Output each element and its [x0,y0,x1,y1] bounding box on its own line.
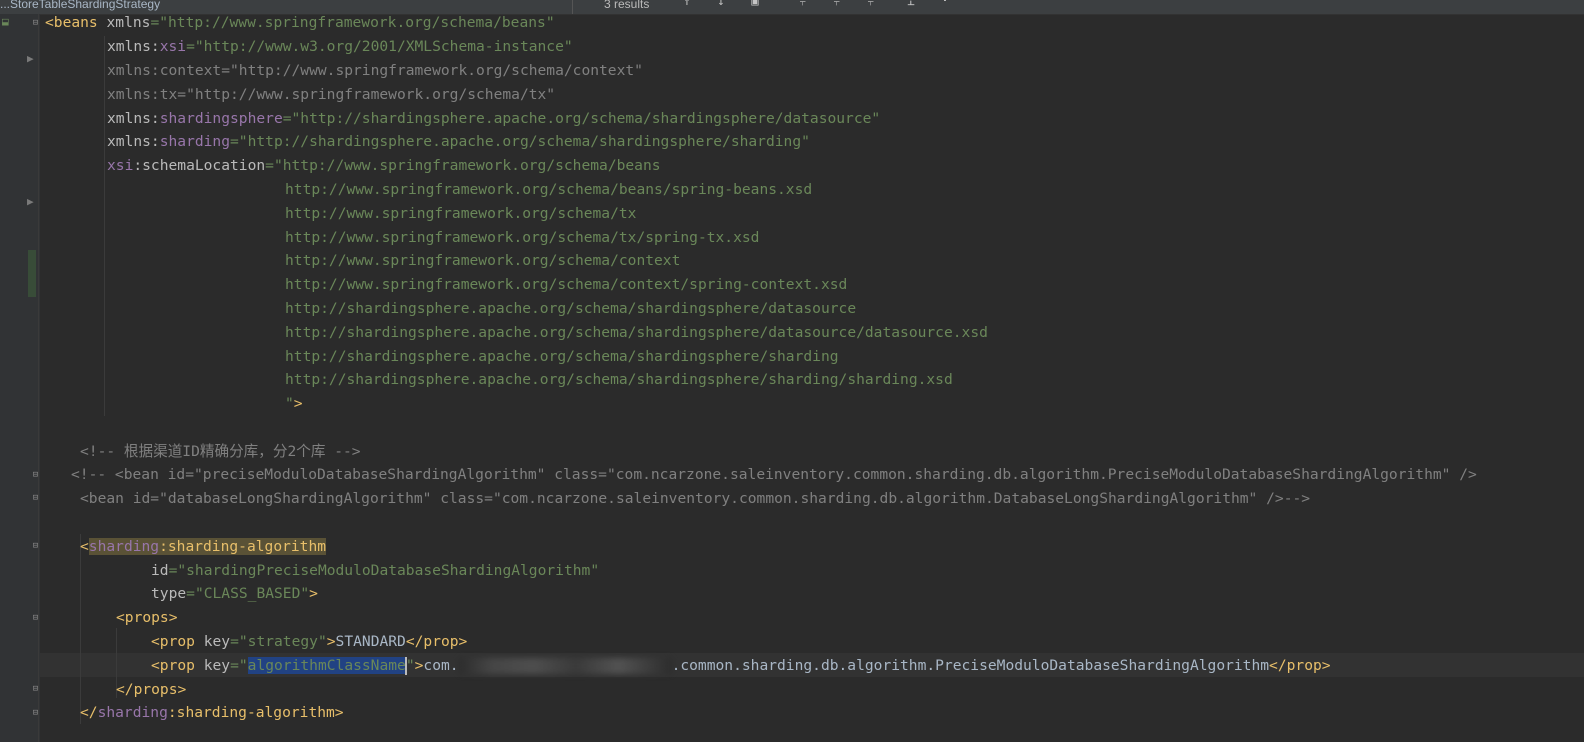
code-line-25: type="CLASS_BASED"> [151,582,318,606]
code-line-6: xmlns:sharding="http://shardingsphere.ap… [107,130,810,154]
code-line-4: xmlns:tx="http://www.springframework.org… [107,86,556,103]
code-line-15: http://shardingsphere.apache.org/schema/… [285,348,839,365]
token: " [285,395,294,412]
token: sharding [88,538,160,555]
search-input[interactable]: ...StoreTableShardingStrategy [0,0,470,14]
token: type [151,585,187,602]
next-occurrence-icon[interactable]: ↓ [714,0,728,8]
token: " [405,657,415,674]
code-line-12: http://www.springframework.org/schema/co… [285,276,848,293]
code-line-16: http://shardingsphere.apache.org/schema/… [285,371,953,388]
redacted-text [458,658,672,674]
code-line-11: http://www.springframework.org/schema/co… [285,252,681,269]
token: <beans [45,14,98,31]
code-line-9: http://www.springframework.org/schema/tx [285,205,637,222]
code-line-1: <beans xmlns="http://www.springframework… [45,14,555,35]
token: > [309,585,318,602]
token: xmlns [97,14,151,31]
select-all-occurrences-icon[interactable]: ▣ [748,0,762,8]
token: ="http://shardingsphere.apache.org/schem… [282,110,881,127]
change-marker [28,250,36,297]
code-line-21: <bean id="databaseLongShardingAlgorithm"… [80,490,1311,507]
token: xmlns: [107,110,160,127]
code-line-14: http://shardingsphere.apache.org/schema/… [285,324,988,341]
code-line-30: </sharding:sharding-algorithm> [80,701,344,725]
code-line-23: <sharding:sharding-algorithm [80,535,327,559]
add-selection-icon[interactable]: ⫧ [796,0,810,8]
token: </prop> [405,633,468,650]
token: ="CLASS_BASED" [186,585,310,602]
token: :sharding-algorithm [159,538,327,555]
fold-arrow-icon[interactable]: ▶ [27,53,34,65]
token: ="http://shardingsphere.apache.org/schem… [230,133,810,150]
code-line-26: <props> [116,609,178,626]
code-editor[interactable]: <beans xmlns="http://www.springframework… [40,14,1584,742]
gutter-divider [38,14,39,742]
code-line-27: <prop key="strategy">STANDARD</prop> [151,630,467,654]
token: < [80,538,89,555]
token: </prop> [1269,657,1331,674]
xml-file-icon: ⬓ [2,15,9,28]
token: ="strategy" [230,633,327,650]
token: xmlns: [107,133,160,150]
token: </ [80,704,98,721]
fold-arrow-icon[interactable]: ▶ [27,196,34,208]
token: ="http://www.springframework.org/schema/… [150,14,555,31]
code-line-28: <prop key="algorithmClassName">com. .comm… [151,654,1331,678]
search-results-count: 3 results [604,0,650,11]
find-toolbar: ...StoreTableShardingStrategy 3 results … [0,0,1584,15]
token: =" [230,657,248,674]
toolbar-separator [572,0,573,14]
code-line-17: "> [285,392,303,416]
token: id [151,562,169,579]
token: .common.sharding.db.algorithm.PreciseMod… [671,657,1270,674]
editor-gutter [0,14,40,742]
code-line-20: <!-- <bean id="preciseModuloDatabaseShar… [71,466,1477,483]
code-line-13: http://shardingsphere.apache.org/schema/… [285,300,857,317]
code-line-2: xmlns:xsi="http://www.w3.org/2001/XMLSch… [107,35,573,59]
token: <prop [151,657,195,674]
indent-guide [104,36,105,416]
code-line-7: xsi:schemaLocation="http://www.springfra… [107,154,661,178]
token: :schemaLocation [133,157,266,174]
token: ="http://www.springframework.org/schema/… [265,157,661,174]
token: xsi [107,157,134,174]
token: ="shardingPreciseModuloDatabaseShardingA… [168,562,600,579]
remove-selection-icon[interactable]: ⫧ [830,0,844,8]
code-line-24: id="shardingPreciseModuloDatabaseShardin… [151,559,599,583]
code-line-8: http://www.springframework.org/schema/be… [285,181,813,198]
indent-guide [80,534,81,724]
token: xsi [159,38,187,55]
code-line-5: xmlns:shardingsphere="http://shardingsph… [107,107,880,131]
token: :sharding-algorithm> [167,704,344,721]
filter-occurrences-icon[interactable]: ⫧ [864,0,878,8]
pin-icon[interactable]: ╹ [938,0,952,8]
token: sharding [159,133,231,150]
token: ="http://www.w3.org/2001/XMLSchema-insta… [186,38,573,55]
token: com. [423,657,459,674]
token: > [293,395,303,412]
token: shardingsphere [159,110,283,127]
token: STANDARD [335,633,406,650]
token: > [326,633,336,650]
token: xmlns: [107,38,160,55]
code-line-3: xmlns:context="http://www.springframewor… [107,62,643,79]
code-line-10: http://www.springframework.org/schema/tx… [285,229,760,246]
previous-occurrence-icon[interactable]: ↑ [680,0,694,8]
code-line-19: <!-- 根据渠道ID精确分库，分2个库 --> [80,443,361,460]
token: <prop [151,633,195,650]
settings-icon[interactable]: ⫠ [904,0,918,8]
token: key [194,633,231,650]
selected-text[interactable]: algorithmClassName [247,657,406,674]
code-line-29: </props> [116,681,187,698]
token: sharding [97,704,168,721]
token: key [194,657,231,674]
